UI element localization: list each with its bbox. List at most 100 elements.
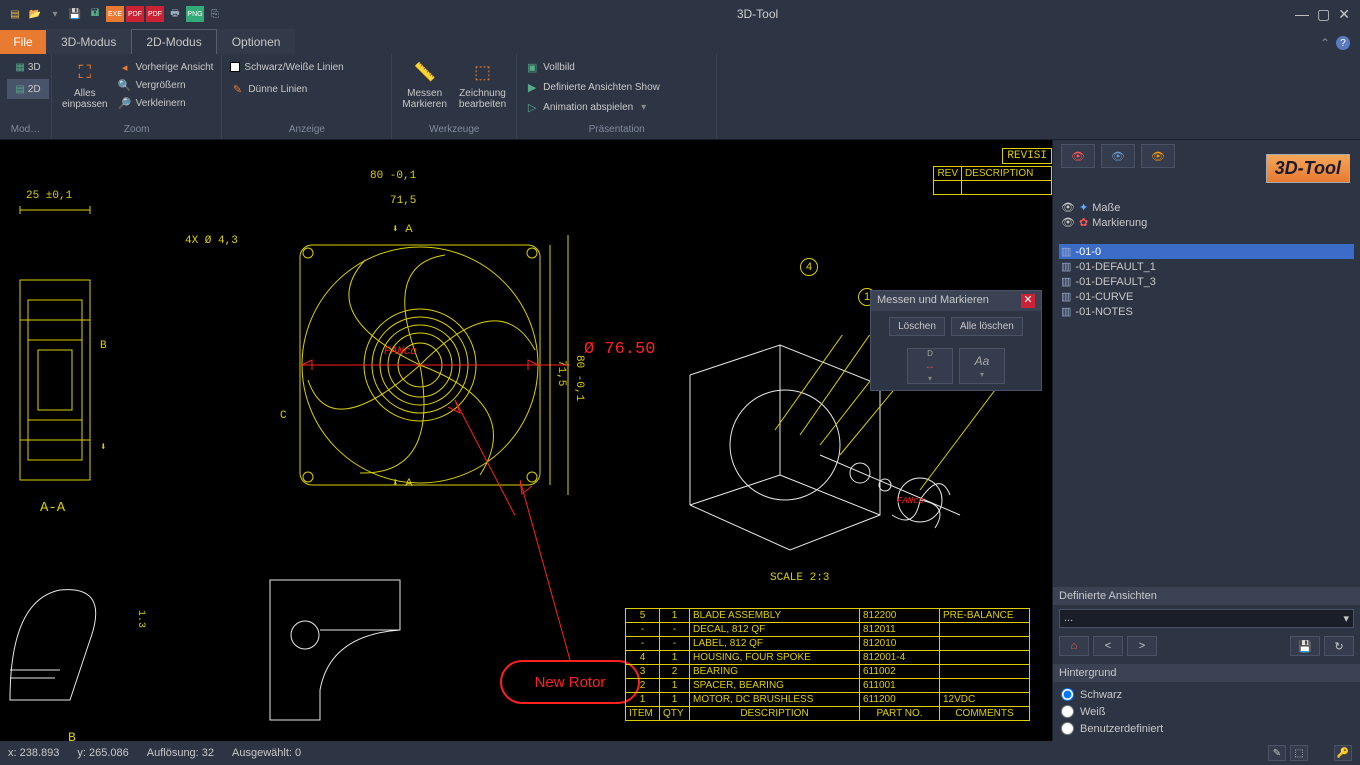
detail-c: [250, 560, 420, 730]
bom-row: 21SPACER, BEARING611001: [626, 679, 1030, 693]
tab-2d-modus[interactable]: 2D-Modus: [131, 29, 216, 54]
revision-table: REVDESCRIPTION: [933, 166, 1052, 195]
defined-views-combo[interactable]: ...▾: [1059, 609, 1354, 628]
fan-logo: FANco: [384, 346, 417, 358]
qa-print-icon[interactable]: 🖶: [166, 6, 184, 22]
close-icon[interactable]: ✕: [1338, 6, 1350, 23]
drawing-canvas[interactable]: REVISI REVDESCRIPTION 25 ±0,1 A-A B ⬇ 4X…: [0, 140, 1052, 741]
status-tool-2[interactable]: ⬚: [1290, 745, 1308, 761]
measure-panel-title: Messen und Markieren: [877, 294, 989, 308]
label-b2: B: [68, 730, 76, 741]
mode-3d-button[interactable]: ▦3D: [7, 57, 49, 77]
thin-icon: ✎: [230, 82, 244, 96]
qa-exe-icon[interactable]: EXE: [106, 6, 124, 22]
text-markup-button[interactable]: Aa▾: [959, 348, 1005, 384]
view-home-button[interactable]: ⌂: [1059, 636, 1089, 656]
qa-png-icon[interactable]: PNG: [186, 6, 204, 22]
measure-panel-close-icon[interactable]: ✕: [1021, 294, 1035, 308]
minimize-icon[interactable]: —: [1295, 6, 1309, 23]
new-rotor-markup[interactable]: New Rotor: [500, 660, 640, 704]
dim-80: 80 -0,1: [370, 170, 416, 182]
background-options: Schwarz Weiß Benutzerdefiniert: [1053, 682, 1360, 741]
group-presentation-caption: Präsentation: [523, 124, 710, 137]
qa-3dpdf-icon[interactable]: PDF: [126, 6, 144, 22]
label-b: B: [100, 340, 107, 352]
zoom-in-button[interactable]: 🔍Vergrößern: [116, 76, 216, 94]
eye-icon: 👁: [1061, 216, 1075, 229]
logo-badge: 3D-Tool: [1256, 140, 1360, 196]
zoom-out-button[interactable]: 🔎Verkleinern: [116, 94, 216, 112]
section-view-aa: [8, 200, 108, 500]
view-prev-button[interactable]: <: [1093, 636, 1123, 656]
ruler-icon: 📏: [411, 58, 439, 86]
bom-row: --DECAL, 812 QF812011: [626, 623, 1030, 637]
qa-save-icon[interactable]: 💾: [66, 6, 84, 22]
tab-optionen[interactable]: Optionen: [217, 29, 296, 54]
eye-toggle-2[interactable]: 👁: [1101, 144, 1135, 168]
bg-custom-radio[interactable]: Benutzerdefiniert: [1061, 720, 1352, 737]
view-save-button[interactable]: 💾: [1290, 636, 1320, 656]
qa-saveall-icon[interactable]: 🖬: [86, 6, 104, 22]
revision-header: REVISI: [1002, 148, 1052, 164]
sheet-icon: ▥: [1061, 245, 1071, 258]
tree-item[interactable]: ▥-01-NOTES: [1059, 304, 1354, 319]
ribbon-collapse-icon[interactable]: ⌃: [1320, 36, 1330, 50]
maximize-icon[interactable]: ▢: [1317, 6, 1330, 23]
fullscreen-button[interactable]: ▣Vollbild: [523, 58, 662, 76]
zoom-prev-button[interactable]: ◂Vorherige Ansicht: [116, 58, 216, 76]
mode-2d-button[interactable]: ▤2D: [7, 79, 49, 99]
distance-tool-button[interactable]: D↔▾: [907, 348, 953, 384]
prev-view-icon: ◂: [118, 60, 132, 74]
diameter-measure: Ø 76.50: [584, 340, 655, 359]
qa-open-icon[interactable]: 📂: [26, 6, 44, 22]
edit-drawing-icon: ⬚: [469, 58, 497, 86]
tab-3d-modus[interactable]: 3D-Modus: [46, 29, 131, 54]
eye-toggle-3[interactable]: 👁: [1141, 144, 1175, 168]
qa-pdf-icon[interactable]: PDF: [146, 6, 164, 22]
delete-all-button[interactable]: Alle löschen: [951, 317, 1023, 336]
view-next-button[interactable]: >: [1127, 636, 1157, 656]
group-zoom-caption: Zoom: [58, 124, 215, 137]
thin-lines-button[interactable]: ✎Dünne Linien: [228, 80, 345, 98]
measure-mark-button[interactable]: 📏Messen Markieren: [398, 56, 450, 112]
eye-toggle-1[interactable]: 👁: [1061, 144, 1095, 168]
label-c: C: [280, 410, 287, 422]
qa-dropdown-icon[interactable]: ▾: [46, 6, 64, 22]
delete-button[interactable]: Löschen: [889, 317, 945, 336]
help-icon[interactable]: ?: [1336, 36, 1350, 50]
tree-item[interactable]: ▥-01-0: [1059, 244, 1354, 259]
bom-row: 41HOUSING, FOUR SPOKE812001-4: [626, 651, 1030, 665]
ribbon: ▦3D ▤2D Mod… ⛶Alles einpassen ◂Vorherige…: [0, 54, 1360, 140]
defined-views-show-button[interactable]: ▶Definierte Ansichten Show: [523, 78, 662, 96]
qa-copy-icon[interactable]: ⎘: [206, 6, 224, 22]
group-modes-caption: Mod…: [6, 124, 45, 137]
zoom-in-icon: 🔍: [118, 78, 132, 92]
layer-mass[interactable]: 👁✦Maße: [1059, 200, 1354, 215]
tree-item[interactable]: ▥-01-CURVE: [1059, 289, 1354, 304]
edit-drawing-button[interactable]: ⬚Zeichnung bearbeiten: [455, 56, 510, 112]
status-tool-3[interactable]: 🔑: [1334, 745, 1352, 761]
qa-new-icon[interactable]: ▤: [6, 6, 24, 22]
fullscreen-icon: ▣: [525, 60, 539, 74]
bg-white-radio[interactable]: Weiß: [1061, 703, 1352, 720]
app-title: 3D-Tool: [230, 7, 1285, 21]
title-bar: ▤ 📂 ▾ 💾 🖬 EXE PDF PDF 🖶 PNG ⎘ 3D-Tool — …: [0, 0, 1360, 28]
defined-views-header: Definierte Ansichten: [1053, 587, 1360, 605]
view-refresh-button[interactable]: ↻: [1324, 636, 1354, 656]
quick-access-toolbar: ▤ 📂 ▾ 💾 🖬 EXE PDF PDF 🖶 PNG ⎘: [0, 6, 230, 22]
play-animation-button[interactable]: ▷Animation abspielen▾: [523, 98, 662, 116]
status-tool-1[interactable]: ✎: [1268, 745, 1286, 761]
zoom-fit-button[interactable]: ⛶Alles einpassen: [58, 56, 112, 112]
layer-markup[interactable]: 👁✿Markierung: [1059, 215, 1354, 230]
status-bar: x: 238.893 y: 265.086 Auflösung: 32 Ausg…: [0, 741, 1360, 765]
tree-item[interactable]: ▥-01-DEFAULT_1: [1059, 259, 1354, 274]
dim-4x: 4X Ø 4,3: [185, 235, 238, 247]
bw-lines-button[interactable]: Schwarz/Weiße Linien: [228, 58, 345, 76]
arrow-a-top: ⬇ A: [392, 222, 413, 236]
model-tree: ▥-01-0▥-01-DEFAULT_1▥-01-DEFAULT_3▥-01-C…: [1053, 240, 1360, 323]
sheet-icon: ▥: [1061, 260, 1071, 273]
tree-item[interactable]: ▥-01-DEFAULT_3: [1059, 274, 1354, 289]
right-panel: 👁 👁 👁 3D-Tool 👁✦Maße 👁✿Markierung ▥-01-0…: [1052, 140, 1360, 741]
bg-black-radio[interactable]: Schwarz: [1061, 686, 1352, 703]
file-menu[interactable]: File: [0, 30, 46, 54]
